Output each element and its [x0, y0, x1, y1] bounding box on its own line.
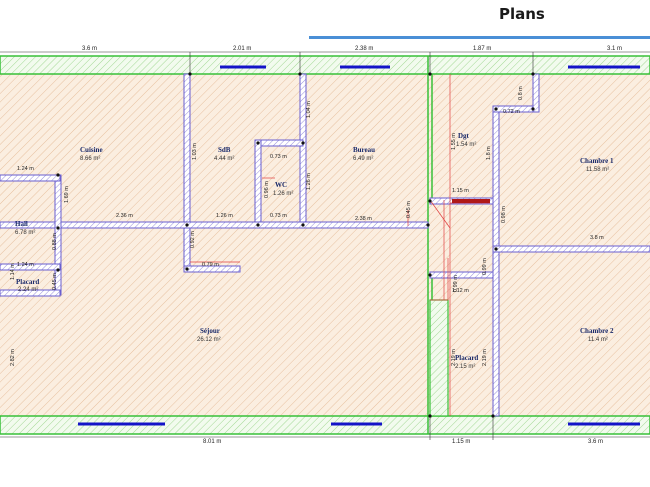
- door-threshold: [452, 199, 490, 203]
- dim-label: 3.6 m: [588, 439, 603, 445]
- dim-label: 0.45 m: [52, 273, 58, 290]
- dim-label: 0.72 m: [503, 109, 520, 115]
- dim-label: 1.15 m: [452, 439, 470, 445]
- dim-label: 0.99 m: [482, 258, 488, 275]
- dim-label: 0.73 m: [270, 154, 287, 160]
- dim-label: 1.24 m: [17, 262, 34, 268]
- room-name: Bureau: [353, 146, 375, 154]
- dim-label: 0.73 m: [270, 213, 287, 219]
- room-name: Séjour: [200, 327, 220, 335]
- room-name: SdB: [218, 146, 231, 154]
- dim-label: 3.1 m: [607, 46, 622, 52]
- room-name: Chambre 1: [580, 157, 614, 165]
- room-name: Placard: [455, 354, 478, 362]
- dim-label: 2.01 m: [233, 46, 251, 52]
- top-dimensions: 3.6 m 2.01 m 2.38 m 1.87 m 3.1 m: [82, 46, 622, 52]
- dim-label: 0.45 m: [406, 201, 412, 218]
- floor-area: [0, 74, 650, 416]
- room-area: 26.12 m²: [197, 337, 221, 343]
- room-name: Hall: [15, 220, 28, 228]
- dim-label: 0.98 m: [501, 206, 507, 223]
- dim-label: 3.6 m: [82, 46, 97, 52]
- dim-label: 1.04 m: [306, 101, 312, 118]
- dim-label: 0.92 m: [190, 231, 196, 248]
- room-placard-1: Placard 2.24 m²: [16, 278, 39, 293]
- room-area: 1.26 m²: [273, 191, 293, 197]
- dim-label: 2.38 m: [355, 216, 372, 222]
- dim-label: 1.15 m: [452, 188, 469, 194]
- dim-label: 1.14 m: [10, 263, 16, 280]
- room-name: Cuisine: [80, 146, 103, 154]
- room-name: Chambre 2: [580, 327, 614, 335]
- dim-label: 2.36 m: [116, 213, 133, 219]
- dim-label: 0.8 m: [518, 86, 524, 100]
- dim-label: 1.87 m: [473, 46, 491, 52]
- room-area: 1.54 m²: [456, 142, 476, 148]
- dim-label: 1.24 m: [17, 166, 34, 172]
- dim-label: 2.19 m: [451, 349, 457, 366]
- room-name: Placard: [16, 278, 39, 286]
- dim-label: 1.69 m: [64, 186, 70, 203]
- dim-label: 1.03 m: [192, 143, 198, 160]
- room-area: 2.24 m²: [18, 287, 38, 293]
- dim-label: 3.8 m: [590, 235, 604, 241]
- bottom-dimensions: 8.01 m 1.15 m 3.6 m: [203, 439, 603, 445]
- dim-label: 0.96 m: [264, 181, 270, 198]
- dim-label: 1.55 m: [451, 133, 457, 150]
- room-name: Dgt: [458, 132, 470, 140]
- dim-label: 2.82 m: [10, 349, 16, 366]
- room-area: 4.44 m²: [214, 156, 234, 162]
- dim-label: 2.19 m: [482, 349, 488, 366]
- floor-plan: 3.6 m 2.01 m 2.38 m 1.87 m 3.1 m 8.01 m …: [0, 46, 650, 445]
- dim-label: 1.26 m: [216, 213, 233, 219]
- room-area: 8.66 m²: [80, 156, 100, 162]
- room-name: WC: [275, 181, 287, 189]
- dim-label: 1.26 m: [306, 173, 312, 190]
- dim-label: 8.01 m: [203, 439, 221, 445]
- dim-label: 0.99 m: [453, 275, 459, 292]
- room-area: 6.78 m²: [15, 230, 35, 236]
- room-area: 6.49 m²: [353, 156, 373, 162]
- room-area: 11.58 m²: [586, 167, 609, 173]
- dim-label: 2.38 m: [355, 46, 373, 52]
- dim-label: 0.88 m: [52, 233, 58, 250]
- dim-label: 1.8 m: [486, 146, 492, 160]
- dim-label: 0.79 m: [202, 262, 219, 268]
- room-area: 11.4 m²: [588, 337, 608, 343]
- room-area: 2.15 m²: [455, 364, 475, 370]
